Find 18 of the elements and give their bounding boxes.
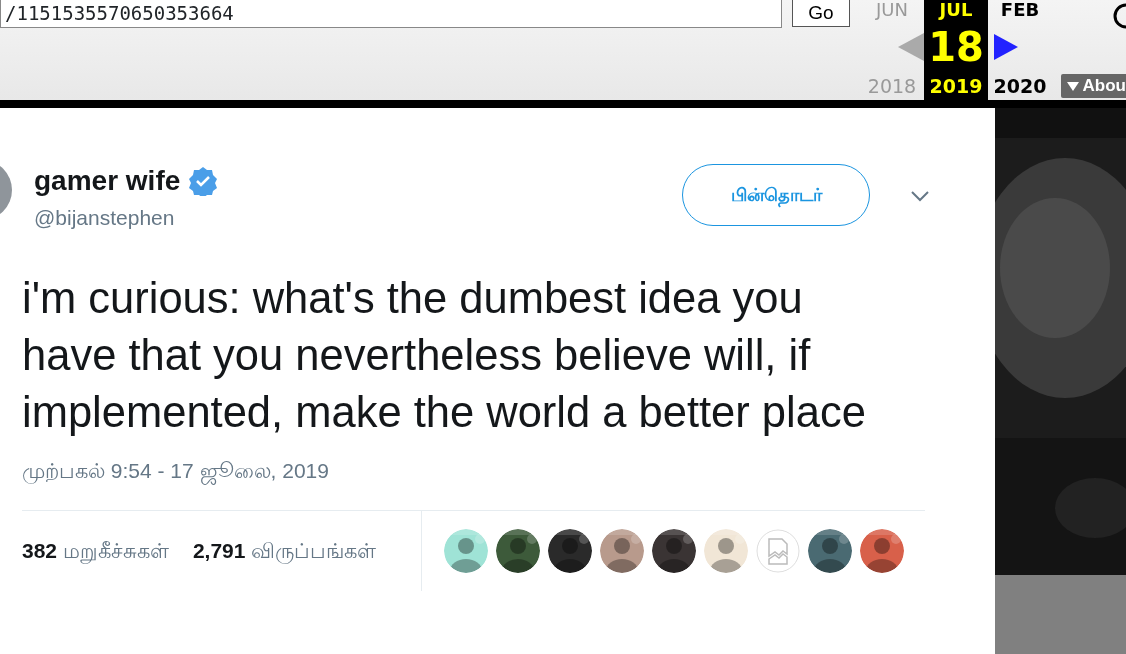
about-button[interactable]: Abou [1060,74,1126,98]
month-label[interactable]: FEB [1000,0,1040,22]
help-icon[interactable] [1112,2,1126,30]
year-label[interactable]: 2020 [993,72,1047,100]
display-name[interactable]: gamer wife [34,160,181,202]
next-arrow-icon[interactable] [994,34,1018,60]
stat-link[interactable]: 382 மறுகீச்சுகள் [22,535,169,567]
timestamp[interactable]: முற்பகல் 9:54 - 17 ஜூலை, 2019 [22,454,995,486]
go-button[interactable]: Go [792,0,850,27]
tweet-text: i'm curious: what's the dumbest idea you have that you nevertheless believe will, if implemented, make the world a better place [22,272,867,438]
month-label[interactable]: JUL [939,0,973,22]
day-label: 18 [928,24,984,70]
caret-icon [1066,81,1079,91]
year-label[interactable]: 2019 [929,72,983,100]
user-handle[interactable]: @bijanstephen [34,202,219,234]
stat-link[interactable]: 2,791 விருப்பங்கள் [192,535,377,567]
url-field[interactable]: /1151535570650353664 [0,0,782,28]
chevron-icon[interactable] [910,190,930,202]
